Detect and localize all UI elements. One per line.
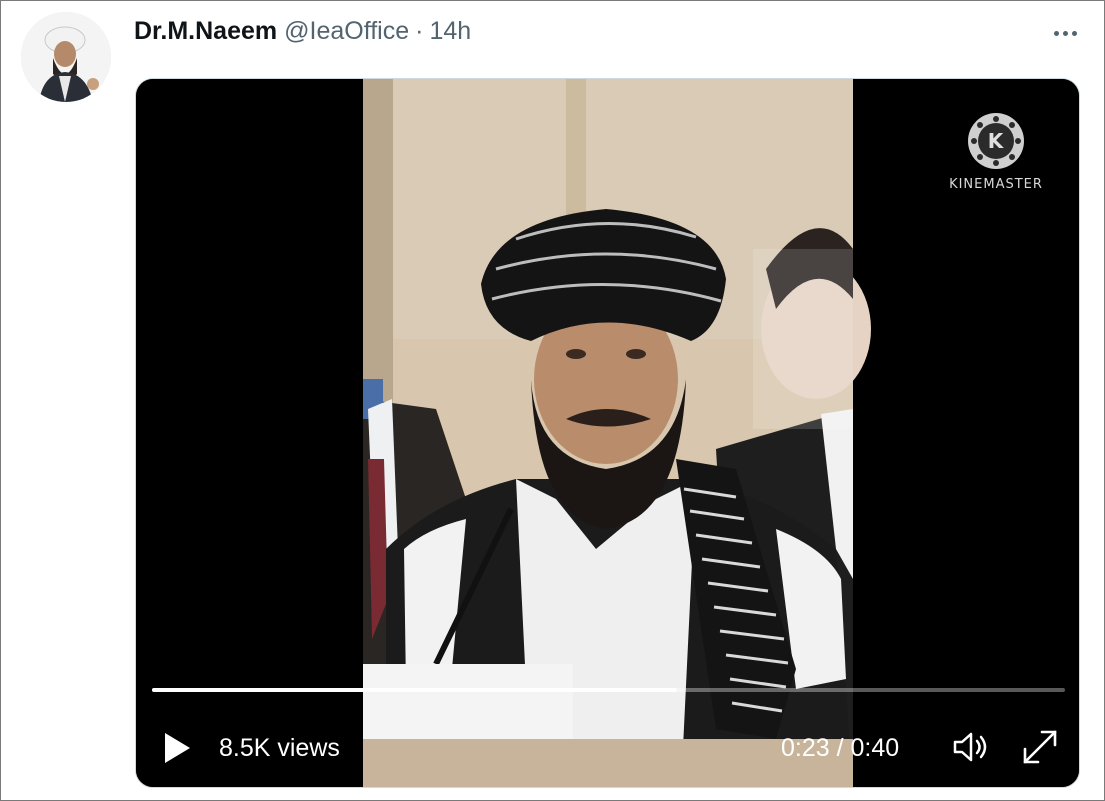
volume-icon[interactable] [951, 729, 991, 765]
fullscreen-icon[interactable] [1020, 727, 1060, 767]
duration: 0:40 [850, 734, 900, 762]
timestamp[interactable]: 14h [429, 17, 471, 46]
avatar[interactable] [21, 12, 111, 102]
video-frame [136, 79, 1079, 787]
video-controls: 8.5K views 0:23 / 0:40 [136, 719, 1079, 775]
view-count: 8.5K views [219, 734, 340, 762]
video-player[interactable]: K KINEMASTER 8.5K views 0:23 / 0:40 [135, 78, 1080, 788]
kinemaster-watermark: K KINEMASTER [946, 113, 1046, 192]
watermark-text: KINEMASTER [949, 177, 1043, 192]
dot-separator: · [415, 16, 424, 45]
svg-text:K: K [988, 129, 1005, 153]
progress-fill [152, 688, 677, 692]
time-separator: / [836, 734, 844, 762]
author-name[interactable]: Dr.M.Naeem [134, 17, 277, 46]
play-icon[interactable] [162, 731, 192, 765]
kinemaster-logo-icon: K [968, 113, 1024, 169]
author-handle[interactable]: @IeaOffice [284, 17, 409, 46]
tweet-header: Dr.M.Naeem @IeaOffice · 14h [134, 15, 471, 47]
tweet-card: Dr.M.Naeem @IeaOffice · 14h K KINEMASTER… [0, 0, 1105, 801]
current-time: 0:23 [781, 734, 830, 762]
more-horizontal-icon[interactable] [1047, 19, 1083, 47]
time-display: 0:23 / 0:40 [781, 734, 899, 763]
progress-bar[interactable] [152, 688, 1065, 692]
avatar-image [21, 12, 111, 102]
